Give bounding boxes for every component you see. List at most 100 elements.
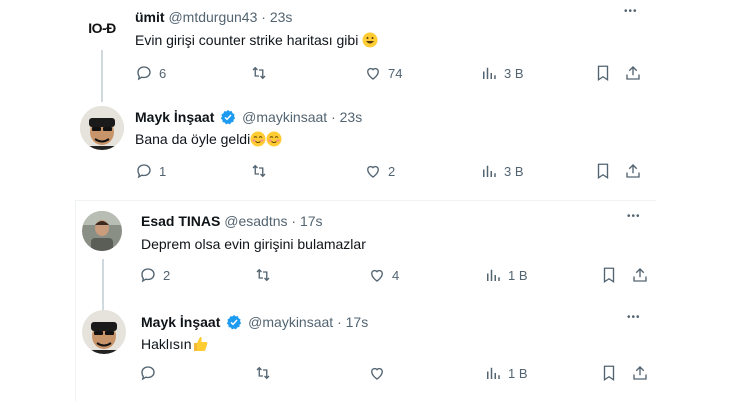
smiling-face-emoji: [250, 131, 266, 151]
reply-button[interactable]: 1: [135, 162, 166, 180]
user-handle[interactable]: @mtdurgun43: [168, 9, 257, 25]
like-button[interactable]: 74: [364, 64, 402, 82]
analytics-icon: [487, 269, 500, 281]
avatar[interactable]: [82, 310, 126, 354]
separator-dot: ·: [291, 213, 297, 229]
tweet-actions: 2 4 1 B: [139, 266, 649, 286]
tweet-esad[interactable]: Esad TINAS @esadtns · 17s ••• Deprem ols…: [76, 201, 656, 301]
display-name[interactable]: Mayk İnşaat: [141, 314, 220, 330]
view-count: 3 B: [504, 65, 524, 81]
display-name[interactable]: Esad TINAS: [141, 213, 220, 229]
view-count: 1 B: [508, 365, 528, 381]
views-button[interactable]: 3 B: [480, 64, 524, 82]
retweet-button[interactable]: [250, 64, 274, 82]
separator-dot: ·: [261, 9, 266, 25]
bookmark-icon: [597, 65, 609, 82]
analytics-icon: [483, 67, 496, 79]
bookmark-icon: [603, 365, 615, 382]
more-options-button[interactable]: •••: [624, 6, 638, 17]
smiling-face-emoji: [266, 131, 282, 151]
view-count: 3 B: [504, 163, 524, 179]
user-handle[interactable]: @esadtns: [224, 213, 287, 229]
reply-icon: [137, 66, 151, 81]
like-button[interactable]: 4: [368, 266, 399, 284]
separator-dot: ·: [337, 314, 342, 330]
user-handle[interactable]: @maykinsaat: [242, 109, 327, 125]
verified-badge-icon: [220, 109, 236, 129]
like-count: 2: [388, 163, 396, 179]
retweet-icon: [256, 268, 270, 282]
more-options-button[interactable]: •••: [627, 211, 641, 222]
more-options-button[interactable]: •••: [627, 312, 641, 323]
reply-icon: [141, 268, 155, 283]
bookmark-button[interactable]: [600, 266, 618, 284]
like-count: 4: [392, 267, 400, 283]
thread-1: IO-Ð ümit @mtdurgun43 · 23s ••• Evin gir…: [75, 0, 655, 200]
bookmark-button[interactable]: [600, 364, 618, 382]
tweet-actions: 1 2 3 B: [135, 162, 645, 182]
heart-icon: [371, 269, 383, 282]
tweet-text: Bana da öyle geldi: [135, 131, 251, 147]
reply-button[interactable]: 6: [135, 64, 166, 82]
timestamp[interactable]: 17s: [300, 213, 323, 229]
tweet-text: Evin girişi counter strike haritası gibi: [135, 32, 359, 48]
retweet-icon: [252, 164, 266, 178]
timestamp[interactable]: 23s: [340, 109, 363, 125]
tweet-text: Haklısın: [141, 336, 192, 352]
thumbs-up-emoji: [192, 336, 208, 356]
reply-count: 6: [159, 65, 167, 81]
bookmark-icon: [603, 267, 615, 284]
tweet-mayk-reply-2[interactable]: Mayk İnşaat @maykinsaat · 17s ••• Haklıs…: [76, 306, 656, 406]
retweet-button[interactable]: [250, 162, 274, 180]
views-button[interactable]: 3 B: [480, 162, 524, 180]
display-name[interactable]: ümit: [135, 9, 165, 25]
heart-icon: [367, 165, 379, 178]
retweet-icon: [256, 366, 270, 380]
share-button[interactable]: [631, 266, 649, 284]
reply-icon: [137, 164, 151, 179]
tweet-actions: 1 B: [139, 364, 649, 384]
heart-icon: [367, 67, 379, 80]
reply-button[interactable]: 2: [139, 266, 170, 284]
like-button[interactable]: 2: [364, 162, 395, 180]
thread-2: Esad TINAS @esadtns · 17s ••• Deprem ols…: [75, 200, 656, 401]
heart-icon: [371, 367, 383, 380]
timestamp[interactable]: 23s: [270, 9, 293, 25]
share-icon: [626, 164, 640, 178]
display-name[interactable]: Mayk İnşaat: [135, 109, 214, 125]
avatar-logo-text: IO-Ð: [88, 20, 116, 36]
retweet-button[interactable]: [254, 266, 278, 284]
tweet-actions: 6 74 3 B: [135, 64, 645, 84]
share-button[interactable]: [624, 162, 642, 180]
like-button[interactable]: [368, 364, 392, 382]
tweet-umit[interactable]: IO-Ð ümit @mtdurgun43 · 23s ••• Evin gir…: [75, 0, 655, 100]
share-icon: [633, 268, 647, 282]
grinning-face-emoji: [362, 32, 378, 52]
view-count: 1 B: [508, 267, 528, 283]
like-count: 74: [388, 65, 403, 81]
share-button[interactable]: [624, 64, 642, 82]
retweet-icon: [252, 66, 266, 80]
bookmark-button[interactable]: [594, 64, 612, 82]
user-handle[interactable]: @maykinsaat: [248, 314, 333, 330]
separator-dot: ·: [331, 109, 336, 125]
views-button[interactable]: 1 B: [484, 364, 528, 382]
avatar[interactable]: IO-Ð: [80, 6, 124, 50]
retweet-button[interactable]: [254, 364, 278, 382]
avatar[interactable]: [82, 211, 122, 251]
avatar[interactable]: [80, 106, 124, 150]
tweet-text: Deprem olsa evin girişini bulamazlar: [141, 236, 366, 252]
reply-icon: [141, 366, 155, 381]
views-button[interactable]: 1 B: [484, 266, 528, 284]
share-icon: [633, 366, 647, 380]
timestamp[interactable]: 17s: [346, 314, 369, 330]
bookmark-button[interactable]: [594, 162, 612, 180]
share-button[interactable]: [631, 364, 649, 382]
bookmark-icon: [597, 163, 609, 180]
analytics-icon: [487, 367, 500, 379]
share-icon: [626, 66, 640, 80]
tweet-mayk-reply-1[interactable]: Mayk İnşaat @maykinsaat · 23s Bana da öy…: [75, 100, 655, 200]
reply-count: 1: [159, 163, 167, 179]
verified-badge-icon: [226, 314, 242, 334]
reply-button[interactable]: [139, 364, 163, 382]
